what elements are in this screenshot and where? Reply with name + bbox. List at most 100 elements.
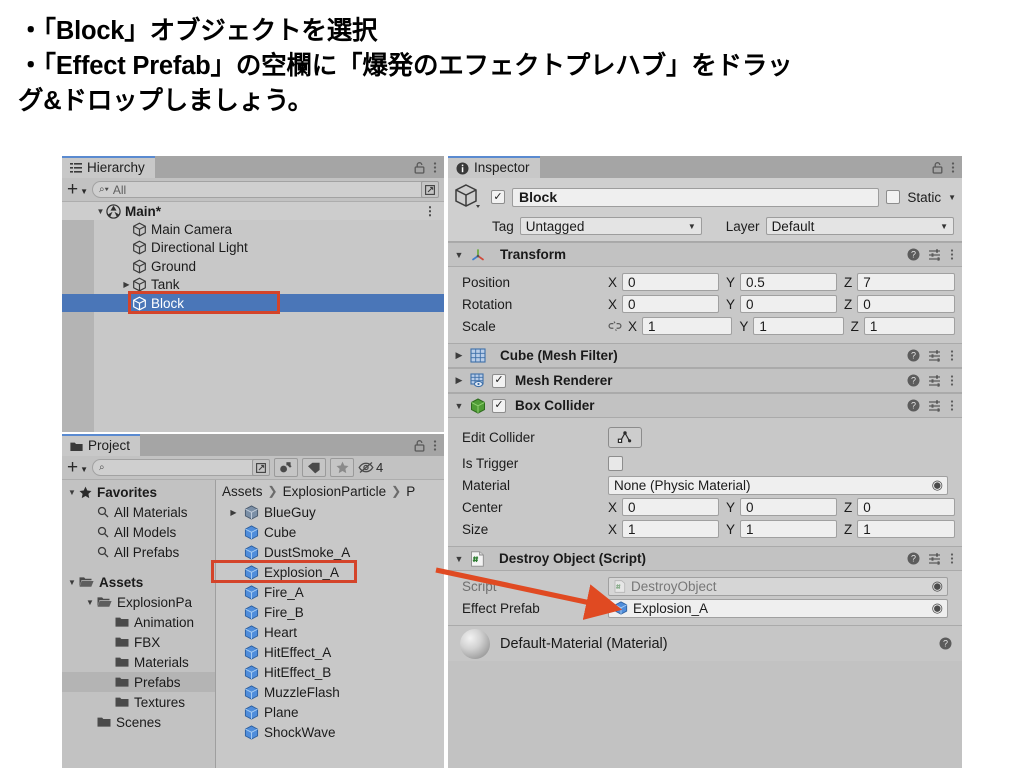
hierarchy-add-button[interactable]: + ▼ xyxy=(67,180,88,199)
rotation-x-input[interactable]: 0 xyxy=(622,295,719,313)
size-z-input[interactable]: 1 xyxy=(857,520,955,538)
box-collider-component-header[interactable]: ▼ ✓ Box Collider ? xyxy=(448,393,962,418)
object-picker-icon[interactable]: ◉ xyxy=(932,477,943,493)
project-search-expand-button[interactable] xyxy=(252,459,271,476)
kebab-menu-icon[interactable] xyxy=(433,161,437,174)
center-x-input[interactable]: 0 xyxy=(622,498,719,516)
tab-project[interactable]: Project xyxy=(62,434,141,456)
physic-material-field[interactable]: None (Physic Material) ◉ xyxy=(608,475,948,495)
position-x-input[interactable]: 0 xyxy=(622,273,719,291)
project-tree-item-favorites[interactable]: ▼ Favorites xyxy=(62,482,215,502)
help-icon[interactable]: ? xyxy=(907,349,920,362)
kebab-menu-icon[interactable] xyxy=(950,349,954,362)
hierarchy-search-input[interactable]: ⌕▾ All xyxy=(92,181,439,198)
chevron-down-icon[interactable]: ▼ xyxy=(95,207,106,216)
asset-item-hiteffect-a[interactable]: HitEffect_A xyxy=(216,642,444,662)
asset-item-plane[interactable]: Plane xyxy=(216,702,444,722)
chevron-down-icon[interactable]: ▼ xyxy=(454,250,464,260)
scale-z-input[interactable]: 1 xyxy=(863,317,955,335)
project-tree-item-fbx[interactable]: FBX xyxy=(62,632,215,652)
chevron-right-icon[interactable]: ▶ xyxy=(454,375,464,386)
asset-item-muzzleflash[interactable]: MuzzleFlash xyxy=(216,682,444,702)
asset-item-explosion-a[interactable]: Explosion_A xyxy=(216,562,444,582)
is-trigger-checkbox[interactable]: ✓ xyxy=(608,455,623,471)
breadcrumb[interactable]: Assets ❯ ExplosionParticle ❯ P xyxy=(216,480,444,502)
help-icon[interactable]: ? xyxy=(907,552,920,565)
breadcrumb-segment[interactable]: P xyxy=(406,484,415,499)
asset-item-hiteffect-b[interactable]: HitEffect_B xyxy=(216,662,444,682)
lock-icon[interactable] xyxy=(414,439,425,452)
chevron-down-icon[interactable]: ▼ xyxy=(454,554,464,564)
effect-prefab-field[interactable]: Explosion_A ◉ xyxy=(608,598,948,618)
chevron-down-icon[interactable]: ▼ xyxy=(66,488,78,497)
breadcrumb-segment[interactable]: Assets xyxy=(222,484,263,499)
tag-dropdown[interactable]: Untagged ▼ xyxy=(519,217,702,235)
asset-item-cube[interactable]: Cube xyxy=(216,522,444,542)
hierarchy-search-expand-button[interactable] xyxy=(421,181,439,198)
hierarchy-tree[interactable]: ▼ Main* ⋮ Main Camera Directional Light Groun… xyxy=(62,202,444,432)
asset-item-fire-a[interactable]: Fire_A xyxy=(216,582,444,602)
kebab-menu-icon[interactable] xyxy=(950,374,954,387)
project-tree-item-all-materials[interactable]: All Materials xyxy=(62,502,215,522)
hierarchy-item-block[interactable]: Block xyxy=(62,293,444,313)
project-tree-item-textures[interactable]: Textures xyxy=(62,692,215,712)
gameobject-enabled-checkbox[interactable]: ✓ xyxy=(491,190,505,204)
asset-item-dustsmoke-a[interactable]: DustSmoke_A xyxy=(216,542,444,562)
project-tree-item-prefabs[interactable]: Prefabs xyxy=(62,672,215,692)
gameobject-name-field[interactable]: Block xyxy=(512,187,880,207)
object-picker-icon[interactable]: ◉ xyxy=(932,600,943,616)
preset-icon[interactable] xyxy=(928,349,942,362)
kebab-menu-icon[interactable] xyxy=(950,399,954,412)
asset-item-shockwave[interactable]: ShockWave xyxy=(216,722,444,742)
help-icon[interactable]: ? xyxy=(907,399,920,412)
kebab-menu-icon[interactable]: ⋮ xyxy=(424,204,444,218)
mesh-renderer-component-header[interactable]: ▶ ✓ Mesh Renderer ? xyxy=(448,368,962,393)
help-icon[interactable]: ? xyxy=(907,248,920,261)
position-z-input[interactable]: 7 xyxy=(857,273,955,291)
static-dropdown-icon[interactable]: ▼ xyxy=(948,193,956,202)
project-tree-item-scenes[interactable]: Scenes xyxy=(62,712,215,732)
kebab-menu-icon[interactable] xyxy=(950,248,954,261)
center-z-input[interactable]: 0 xyxy=(857,498,955,516)
help-icon[interactable]: ? xyxy=(939,637,952,650)
project-asset-list[interactable]: Assets ❯ ExplosionParticle ❯ P ▶ BlueGuy Cube D… xyxy=(216,480,444,768)
size-x-input[interactable]: 1 xyxy=(622,520,719,538)
transform-component-header[interactable]: ▼ Transform ? xyxy=(448,242,962,267)
lock-icon[interactable] xyxy=(932,161,943,174)
project-add-button[interactable]: + ▼ xyxy=(67,458,88,477)
favorite-star-icon[interactable] xyxy=(330,458,355,477)
kebab-menu-icon[interactable] xyxy=(951,161,955,174)
project-tree-item-explosionpa[interactable]: ▼ ExplosionPa xyxy=(62,592,215,612)
chevron-right-icon[interactable]: ▶ xyxy=(121,280,132,289)
label-tag-icon[interactable] xyxy=(302,458,327,477)
scale-y-input[interactable]: 1 xyxy=(753,317,844,335)
mesh-renderer-enabled-checkbox[interactable]: ✓ xyxy=(492,373,506,388)
breadcrumb-segment[interactable]: ExplosionParticle xyxy=(283,484,387,499)
tab-inspector[interactable]: Inspector xyxy=(448,156,540,178)
static-checkbox[interactable]: ✓ xyxy=(886,190,901,204)
edit-collider-button[interactable] xyxy=(608,426,642,448)
box-collider-enabled-checkbox[interactable]: ✓ xyxy=(492,398,506,413)
hierarchy-item-ground[interactable]: Ground xyxy=(62,257,444,275)
chevron-down-icon[interactable]: ▼ xyxy=(66,578,78,587)
chevron-right-icon[interactable]: ▶ xyxy=(228,508,239,517)
project-tree-item-assets[interactable]: ▼ Assets xyxy=(62,572,215,592)
layer-dropdown[interactable]: Default ▼ xyxy=(765,217,954,235)
kebab-menu-icon[interactable] xyxy=(433,439,437,452)
asset-item-heart[interactable]: Heart xyxy=(216,622,444,642)
broken-link-icon[interactable] xyxy=(608,321,622,331)
hierarchy-item-directional-light[interactable]: Directional Light xyxy=(62,239,444,257)
project-tree-item-all-prefabs[interactable]: All Prefabs xyxy=(62,542,215,562)
preset-icon[interactable] xyxy=(928,552,942,565)
asset-item-blueguy[interactable]: ▶ BlueGuy xyxy=(216,502,444,522)
preset-icon[interactable] xyxy=(928,399,942,412)
rotation-z-input[interactable]: 0 xyxy=(857,295,955,313)
tab-hierarchy[interactable]: Hierarchy xyxy=(62,156,155,178)
size-y-input[interactable]: 1 xyxy=(740,520,837,538)
destroy-object-component-header[interactable]: ▼ Destroy Object (Script) ? xyxy=(448,546,962,571)
mesh-filter-component-header[interactable]: ▶ Cube (Mesh Filter) ? xyxy=(448,343,962,368)
asset-filter-icon[interactable] xyxy=(274,458,299,477)
hidden-assets-toggle[interactable]: 4 xyxy=(358,460,383,475)
lock-icon[interactable] xyxy=(414,161,425,174)
material-preview-header[interactable]: Default-Material (Material) ? xyxy=(448,625,962,661)
